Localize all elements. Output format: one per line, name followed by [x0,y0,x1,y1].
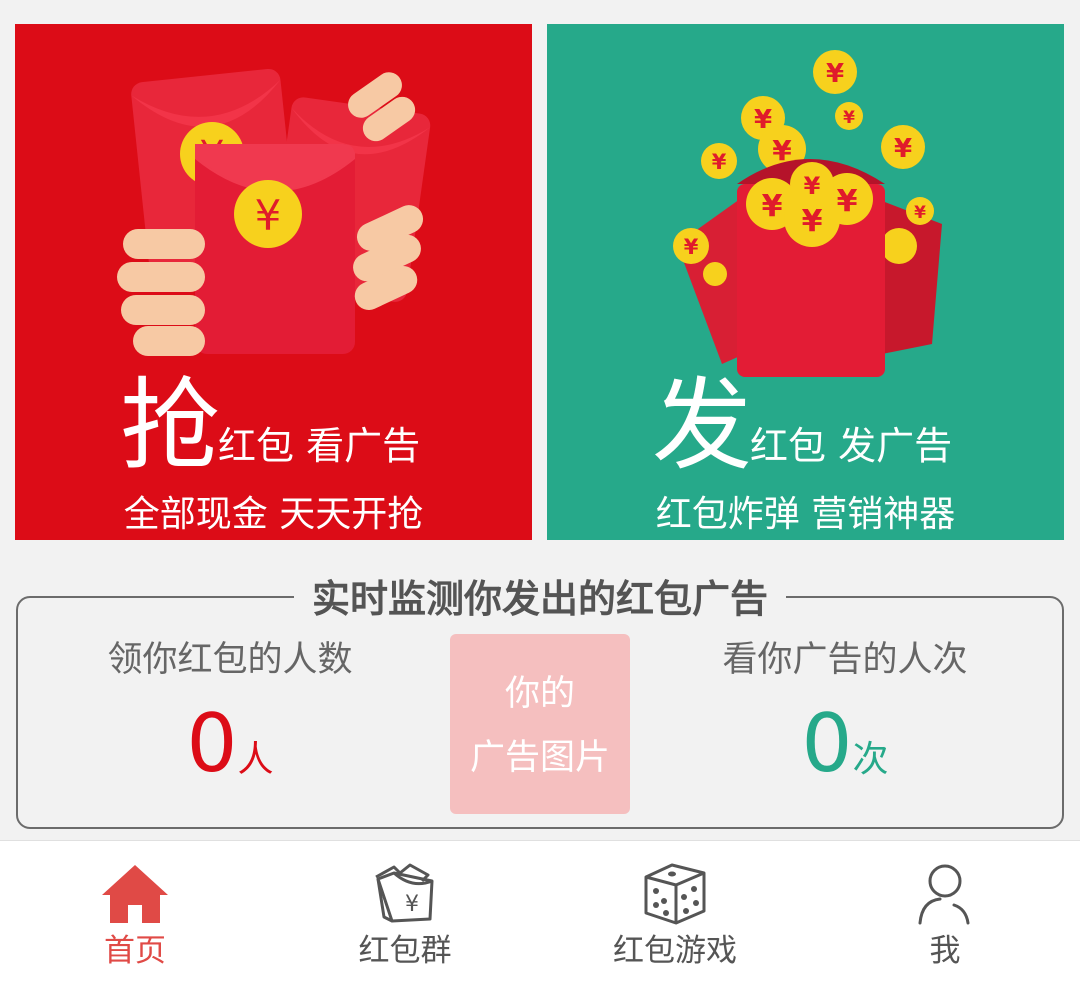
ad-viewers-count: 0 [801,697,853,790]
send-subtitle: 红包 发广告 [750,424,953,468]
home-icon [102,865,168,923]
svg-text:¥: ¥ [712,150,727,174]
grab-big-char: 抢 [120,367,220,484]
svg-text:¥: ¥ [914,203,926,223]
red-packet-group-icon: ¥ [375,863,434,923]
grab-red-packet-card[interactable]: ¥ ¥ 抢 红包 看广告 全部现金 天天开抢 [15,24,532,540]
grab-subtitle: 红包 看广告 [218,424,421,468]
svg-text:¥: ¥ [804,172,821,200]
tab-red-packet-group[interactable]: ¥ 红包群 [270,841,540,991]
bottom-tab-bar: 首页 ¥ 红包群 红包游戏 我 [0,840,1080,991]
send-red-packet-card[interactable]: ¥ ¥ ¥ ¥ ¥ ¥ ¥ ¥ ¥ ¥ ¥ ¥ 发 红包 发广告 红包炸弹 营销… [547,24,1064,540]
svg-text:¥: ¥ [255,191,282,240]
packet-receivers-count: 0 [186,697,238,790]
ad-viewers-label: 看你广告的人次 [722,640,968,680]
tab-red-packet-game-label: 红包游戏 [613,933,737,969]
tab-red-packet-game[interactable]: 红包游戏 [540,841,810,991]
ad-image-placeholder[interactable]: 你的 广告图片 [450,634,630,814]
ad-monitor-title-wrap: 实时监测你发出的红包广告 [0,575,1080,623]
ad-image-line1: 你的 [504,674,575,714]
svg-text:¥: ¥ [684,235,699,259]
packet-receivers-unit: 人 [237,739,274,780]
svg-text:¥: ¥ [843,108,855,128]
svg-text:¥: ¥ [405,892,419,917]
svg-text:¥: ¥ [762,189,783,224]
tab-me-label: 我 [929,933,961,969]
tab-me[interactable]: 我 [810,841,1080,991]
packet-receivers-stat: 领你红包的人数 0人 [65,638,395,806]
user-icon [918,864,970,925]
svg-text:¥: ¥ [837,184,858,219]
svg-text:¥: ¥ [802,204,823,239]
ad-image-line2: 广告图片 [469,738,610,778]
packet-receivers-value-row: 0人 [65,704,395,806]
tab-home[interactable]: 首页 [0,841,270,991]
ad-monitor-title: 实时监测你发出的红包广告 [293,575,786,623]
dice-icon [644,863,706,925]
ad-viewers-unit: 次 [852,739,889,780]
svg-text:¥: ¥ [826,59,844,89]
ad-viewers-stat: 看你广告的人次 0次 [680,638,1010,806]
packet-receivers-label: 领你红包的人数 [107,640,353,680]
tab-red-packet-group-label: 红包群 [358,933,452,969]
svg-text:¥: ¥ [894,134,912,164]
send-big-char: 发 [652,367,752,484]
ad-viewers-value-row: 0次 [680,704,1010,806]
tab-home-label: 首页 [104,933,166,969]
grab-tagline: 全部现金 天天开抢 [123,494,424,535]
send-tagline: 红包炸弹 营销神器 [655,494,956,535]
